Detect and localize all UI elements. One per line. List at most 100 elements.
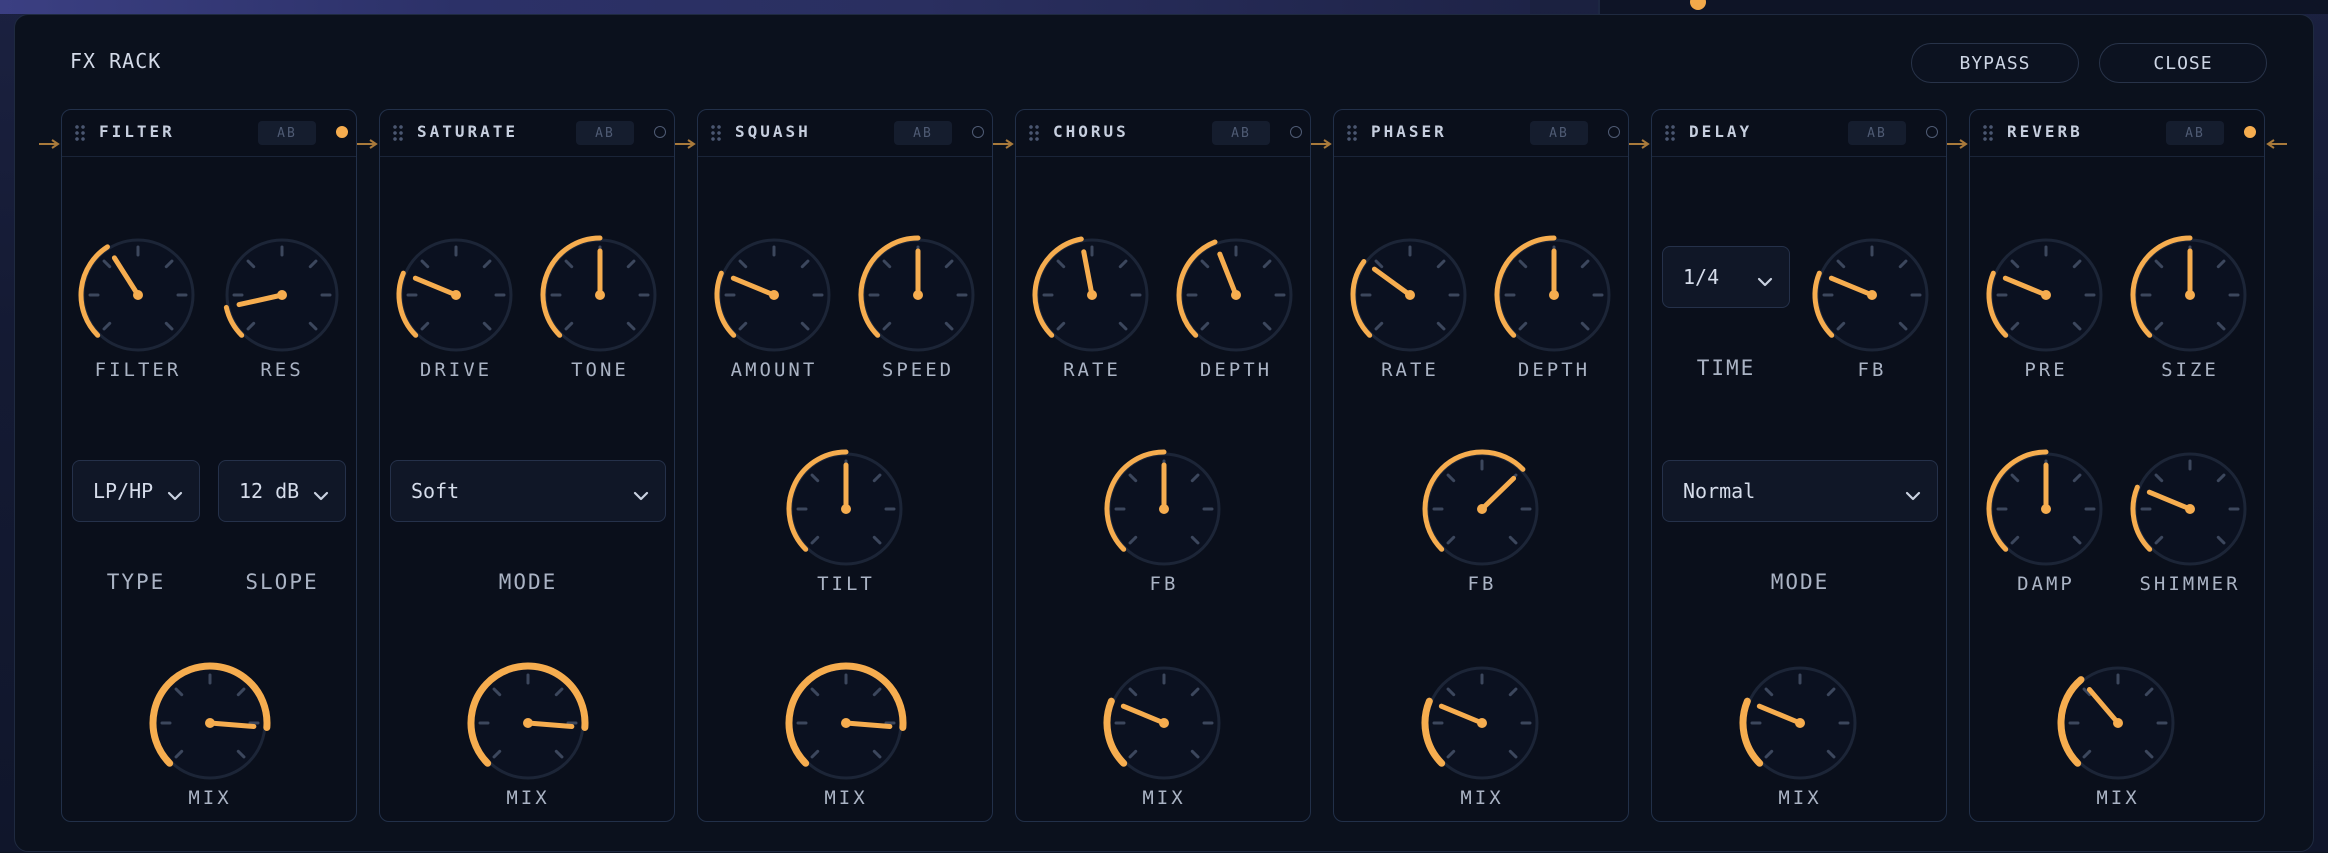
- select-mode[interactable]: Normal: [1662, 460, 1938, 522]
- knob-dial[interactable]: [2128, 233, 2252, 357]
- chevron-down-icon: [1757, 269, 1773, 287]
- knob-hub: [1477, 504, 1487, 514]
- module-power-led[interactable]: [1608, 126, 1620, 138]
- knob-mix[interactable]: [784, 661, 908, 785]
- knob-hub: [2185, 290, 2195, 300]
- select-label-time: TIME: [1696, 356, 1756, 380]
- knob-dial[interactable]: [2056, 661, 2180, 785]
- ab-compare-button[interactable]: AB: [2166, 121, 2224, 145]
- knob-mix[interactable]: [2056, 661, 2180, 785]
- drag-handle-icon[interactable]: [1982, 124, 1994, 142]
- knob-dial[interactable]: [466, 661, 590, 785]
- knob-dial[interactable]: [1174, 233, 1298, 357]
- module-name: SATURATE: [417, 122, 519, 141]
- drag-handle-icon[interactable]: [392, 124, 404, 142]
- module-name: FILTER: [99, 122, 175, 141]
- module-phaser: PHASER AB RATE DEPTH FB MIX: [1333, 109, 1629, 822]
- knob-dial[interactable]: [538, 233, 662, 357]
- knob-dial[interactable]: [712, 233, 836, 357]
- knob-shimmer[interactable]: [2128, 447, 2252, 571]
- module-power-led[interactable]: [972, 126, 984, 138]
- knob-rate[interactable]: [1348, 233, 1472, 357]
- ab-compare-button[interactable]: AB: [1212, 121, 1270, 145]
- knob-fb[interactable]: [1810, 233, 1934, 357]
- knob-mix[interactable]: [1420, 661, 1544, 785]
- chevron-down-icon: [1905, 483, 1921, 501]
- drag-handle-icon[interactable]: [710, 124, 722, 142]
- knob-dial[interactable]: [1984, 233, 2108, 357]
- knob-dial[interactable]: [1102, 447, 1226, 571]
- select-slope[interactable]: 12 dB: [218, 460, 346, 522]
- knob-hub: [205, 718, 215, 728]
- module-power-led[interactable]: [1926, 126, 1938, 138]
- ab-compare-button[interactable]: AB: [576, 121, 634, 145]
- knob-fb[interactable]: [1102, 447, 1226, 571]
- module-name: PHASER: [1371, 122, 1447, 141]
- module-power-led[interactable]: [1290, 126, 1302, 138]
- knob-mix[interactable]: [1102, 661, 1226, 785]
- knob-mix[interactable]: [466, 661, 590, 785]
- knob-dial[interactable]: [2128, 447, 2252, 571]
- knob-label-res: RES: [260, 359, 304, 381]
- knob-rate[interactable]: [1030, 233, 1154, 357]
- knob-dial[interactable]: [784, 661, 908, 785]
- module-power-led[interactable]: [654, 126, 666, 138]
- knob-drive[interactable]: [394, 233, 518, 357]
- knob-dial[interactable]: [394, 233, 518, 357]
- knob-dial[interactable]: [1420, 447, 1544, 571]
- knob-size[interactable]: [2128, 233, 2252, 357]
- knob-dial[interactable]: [76, 233, 200, 357]
- ab-compare-button[interactable]: AB: [1530, 121, 1588, 145]
- drag-handle-icon[interactable]: [1028, 124, 1040, 142]
- select-label-mode: MODE: [498, 570, 558, 594]
- knob-filter[interactable]: [76, 233, 200, 357]
- knob-dial[interactable]: [856, 233, 980, 357]
- knob-label-depth: DEPTH: [1517, 359, 1591, 381]
- knob-dial[interactable]: [220, 233, 344, 357]
- select-mode[interactable]: Soft: [390, 460, 666, 522]
- knob-dial[interactable]: [1738, 661, 1862, 785]
- module-chorus: CHORUS AB RATE DEPTH FB MIX: [1015, 109, 1311, 822]
- select-label-mode: MODE: [1770, 570, 1830, 594]
- knob-damp[interactable]: [1984, 447, 2108, 571]
- knob-dial[interactable]: [1348, 233, 1472, 357]
- knob-res[interactable]: [220, 233, 344, 357]
- chevron-down-icon: [633, 483, 649, 501]
- knob-dial[interactable]: [1102, 661, 1226, 785]
- module-header: CHORUS AB: [1016, 110, 1310, 157]
- select-type[interactable]: LP/HP: [72, 460, 200, 522]
- ab-compare-button[interactable]: AB: [258, 121, 316, 145]
- module-header: FILTER AB: [62, 110, 356, 157]
- knob-depth[interactable]: [1174, 233, 1298, 357]
- drag-handle-icon[interactable]: [1664, 124, 1676, 142]
- knob-dial[interactable]: [148, 661, 272, 785]
- drag-handle-icon[interactable]: [74, 124, 86, 142]
- knob-dial[interactable]: [1984, 447, 2108, 571]
- knob-depth[interactable]: [1492, 233, 1616, 357]
- knob-label-fb: FB: [1149, 573, 1179, 595]
- drag-handle-icon[interactable]: [1346, 124, 1358, 142]
- knob-amount[interactable]: [712, 233, 836, 357]
- knob-dial[interactable]: [1030, 233, 1154, 357]
- knob-hub: [1159, 718, 1169, 728]
- knob-hub: [2041, 504, 2051, 514]
- knob-mix[interactable]: [1738, 661, 1862, 785]
- knob-dial[interactable]: [1420, 661, 1544, 785]
- ab-compare-button[interactable]: AB: [894, 121, 952, 145]
- knob-fb[interactable]: [1420, 447, 1544, 571]
- module-power-led[interactable]: [336, 126, 348, 138]
- knob-dial[interactable]: [1810, 233, 1934, 357]
- knob-dial[interactable]: [1492, 233, 1616, 357]
- knob-mix[interactable]: [148, 661, 272, 785]
- module-power-led[interactable]: [2244, 126, 2256, 138]
- knob-dial[interactable]: [784, 447, 908, 571]
- background-track-right: [1598, 0, 2328, 14]
- knob-speed[interactable]: [856, 233, 980, 357]
- ab-compare-button[interactable]: AB: [1848, 121, 1906, 145]
- module-saturate: SATURATE AB DRIVE TONE MIX Soft MODE: [379, 109, 675, 822]
- knob-pre[interactable]: [1984, 233, 2108, 357]
- select-time[interactable]: 1/4: [1662, 246, 1790, 308]
- knob-tilt[interactable]: [784, 447, 908, 571]
- signal-connector-icon: [675, 134, 697, 149]
- knob-tone[interactable]: [538, 233, 662, 357]
